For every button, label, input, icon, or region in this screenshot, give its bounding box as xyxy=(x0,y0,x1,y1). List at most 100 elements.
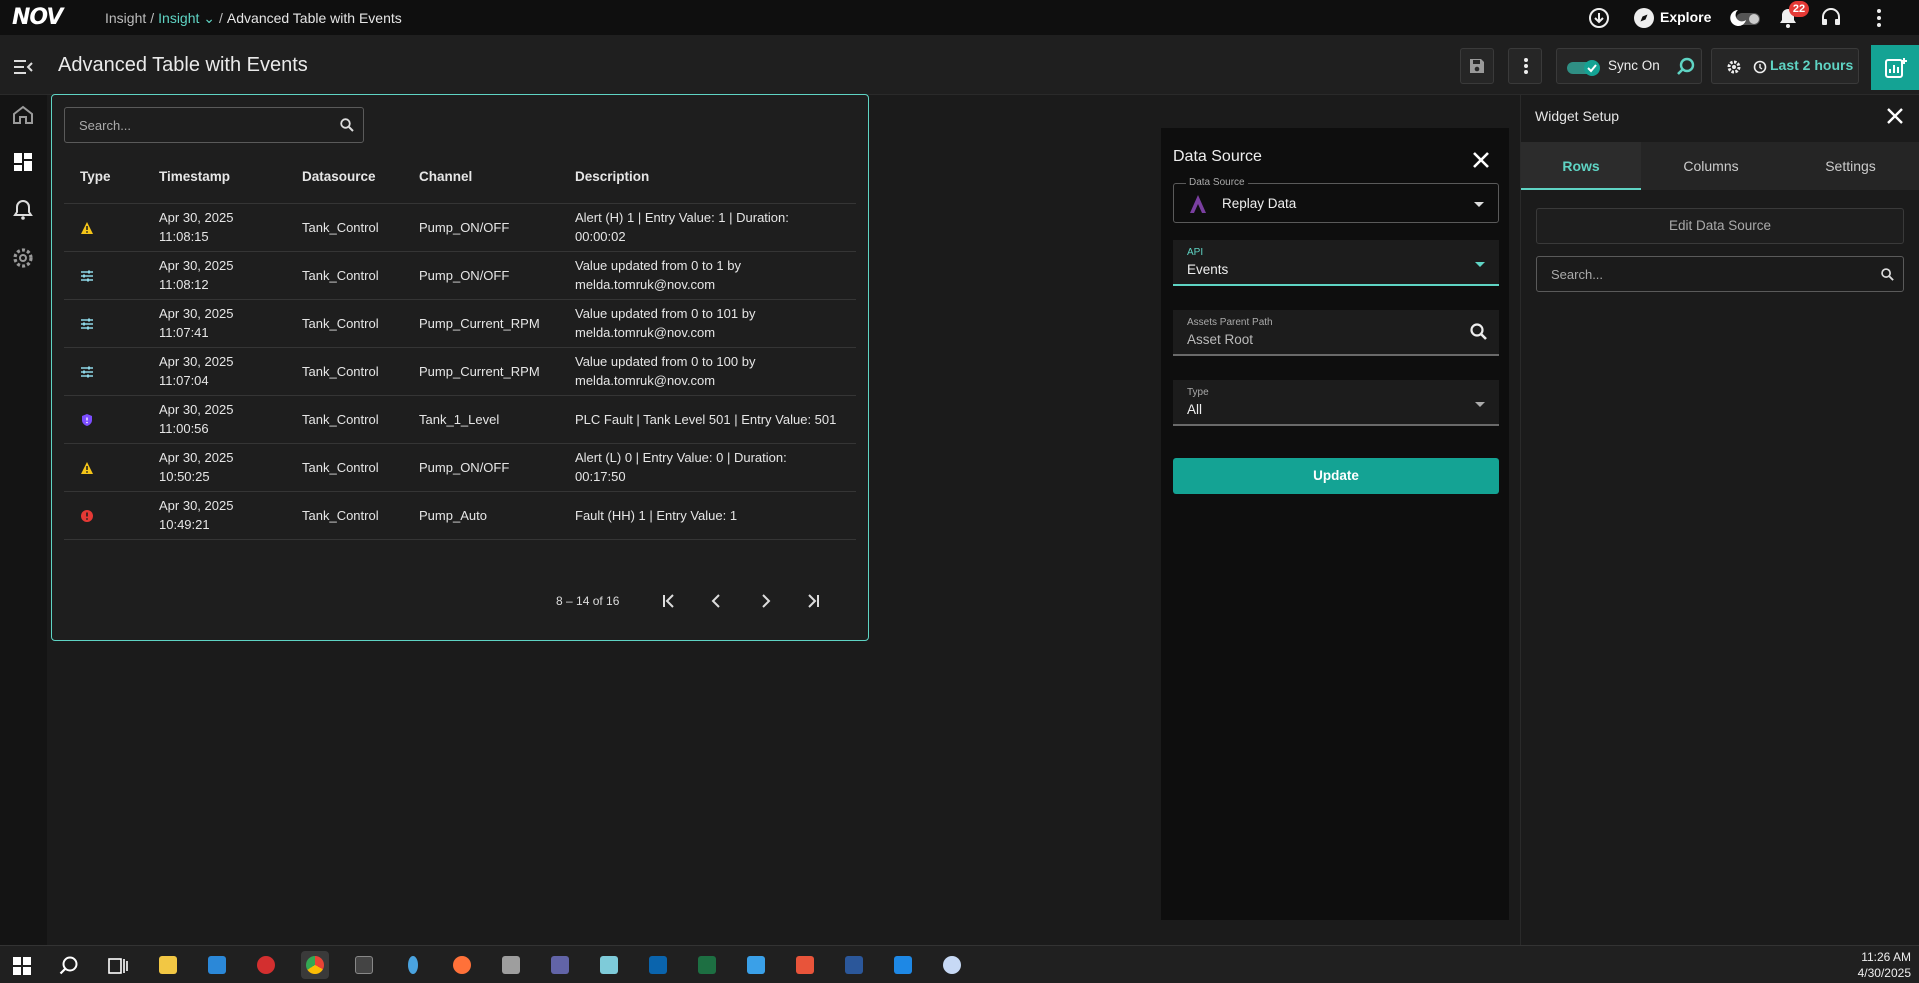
clock-time: 11:26 AM xyxy=(1861,950,1911,964)
table-row[interactable]: Apr 30, 2025 11:08:12 Tank_Control Pump_ON/… xyxy=(64,251,856,299)
widget-setup-panel: Widget Setup Rows Columns Settings Edit … xyxy=(1520,95,1919,945)
menu-collapse-icon[interactable] xyxy=(12,56,34,78)
dropdown-arrow-icon xyxy=(1475,402,1485,407)
paginator: 8 – 14 of 16 xyxy=(52,585,870,617)
table-row[interactable]: Apr 30, 2025 11:00:56 Tank_Control Tank_1_L… xyxy=(64,395,856,443)
chevron-down-icon[interactable]: ⌄ xyxy=(199,10,215,26)
chrome-icon[interactable] xyxy=(301,951,329,979)
download-icon[interactable] xyxy=(1587,6,1611,30)
type-value: All xyxy=(1187,402,1203,417)
api-value: Events xyxy=(1187,262,1229,277)
more-options-button[interactable] xyxy=(1508,48,1542,84)
people-app-icon[interactable] xyxy=(203,951,231,979)
breadcrumb-insight-dropdown[interactable]: Insight xyxy=(158,10,199,26)
save-button[interactable] xyxy=(1460,48,1494,84)
dropdown-arrow-icon xyxy=(1474,202,1484,207)
tab-rows[interactable]: Rows xyxy=(1521,142,1641,190)
table-row[interactable]: Apr 30, 2025 11:08:15 Tank_Control Pump_ON/… xyxy=(64,203,856,251)
type-select[interactable]: Type All xyxy=(1173,380,1499,426)
data-source-select[interactable]: Data Source Replay Data xyxy=(1173,177,1499,223)
timestamp-date: Apr 30, 2025 xyxy=(159,450,234,465)
last-page-icon[interactable] xyxy=(802,590,824,612)
datasource-cell: Tank_Control xyxy=(302,220,379,235)
sync-toggle[interactable] xyxy=(1566,59,1604,77)
data-source-title: Data Source xyxy=(1173,148,1262,165)
timestamp-time: 10:49:21 xyxy=(159,517,210,532)
edit-data-source-button[interactable]: Edit Data Source xyxy=(1536,208,1904,244)
firefox-icon[interactable] xyxy=(448,951,476,979)
image-viewer-icon[interactable] xyxy=(497,951,525,979)
tab-columns[interactable]: Columns xyxy=(1641,142,1781,190)
excel-icon[interactable] xyxy=(693,951,721,979)
table-row[interactable]: Apr 30, 2025 11:07:04 Tank_Control Pump_Cur… xyxy=(64,347,856,395)
column-header-type[interactable]: Type xyxy=(80,169,111,184)
teams-icon[interactable] xyxy=(546,951,574,979)
photos-icon[interactable] xyxy=(742,951,770,979)
zoom-search-icon[interactable] xyxy=(1676,57,1696,77)
column-header-description[interactable]: Description xyxy=(575,169,649,184)
book-app-icon[interactable] xyxy=(595,951,623,979)
api-select[interactable]: API Events xyxy=(1173,240,1499,286)
explore-link[interactable]: Explore xyxy=(1660,9,1711,25)
paint-icon[interactable] xyxy=(938,951,966,979)
channel-cell: Pump_Current_RPM xyxy=(419,364,540,379)
close-icon[interactable] xyxy=(1469,148,1493,172)
more-vertical-icon[interactable] xyxy=(1867,6,1891,30)
warning-icon xyxy=(80,461,94,475)
terminal-icon[interactable] xyxy=(350,951,378,979)
description-line-2: melda.tomruk@nov.com xyxy=(575,277,716,292)
outlook-icon[interactable] xyxy=(644,951,672,979)
support-headset-icon[interactable] xyxy=(1819,6,1843,30)
search-icon[interactable] xyxy=(1469,322,1489,342)
file-explorer-icon[interactable] xyxy=(154,951,182,979)
api-label: API xyxy=(1187,247,1204,258)
s-app-icon[interactable] xyxy=(889,951,917,979)
table-row[interactable]: Apr 30, 2025 10:49:21 Tank_Control Pump_Aut… xyxy=(64,491,856,539)
shield-icon xyxy=(80,413,94,427)
task-view-icon[interactable] xyxy=(108,956,128,976)
previous-page-icon[interactable] xyxy=(706,590,728,612)
search-icon[interactable] xyxy=(339,117,355,133)
first-page-icon[interactable] xyxy=(658,590,680,612)
description-line-1: Alert (L) 0 | Entry Value: 0 | Duration: xyxy=(575,450,787,465)
data-source-panel: Data Source Data Source Replay Data API … xyxy=(1161,128,1509,920)
table-row[interactable]: Apr 30, 2025 11:07:41 Tank_Control Pump_Cur… xyxy=(64,299,856,347)
column-header-channel[interactable]: Channel xyxy=(419,169,472,184)
column-header-timestamp[interactable]: Timestamp xyxy=(159,169,230,184)
alert-bell-icon[interactable] xyxy=(11,198,35,222)
red-app-icon[interactable] xyxy=(252,951,280,979)
add-widget-button[interactable] xyxy=(1871,45,1919,90)
time-range-label[interactable]: Last 2 hours xyxy=(1770,57,1853,73)
close-icon[interactable] xyxy=(1884,105,1906,127)
assets-parent-path-field[interactable]: Assets Parent Path Asset Root xyxy=(1173,310,1499,356)
pen-app-icon[interactable] xyxy=(399,951,427,979)
update-button[interactable]: Update xyxy=(1173,458,1499,494)
next-page-icon[interactable] xyxy=(754,590,776,612)
widget-search-input[interactable]: Search... xyxy=(1536,256,1904,292)
settings-gear-icon[interactable] xyxy=(11,246,35,270)
windows-start-icon[interactable] xyxy=(13,957,31,975)
column-header-datasource[interactable]: Datasource xyxy=(302,169,376,184)
advanced-table-widget[interactable]: Search... Type Timestamp Datasource Chan… xyxy=(51,94,869,641)
taskbar-search-icon[interactable] xyxy=(58,955,80,977)
type-label: Type xyxy=(1187,387,1209,398)
word-icon[interactable] xyxy=(840,951,868,979)
description-line-2: melda.tomruk@nov.com xyxy=(575,373,716,388)
home-icon[interactable] xyxy=(11,103,35,127)
table-row[interactable]: Apr 30, 2025 10:50:25 Tank_Control Pump_ON/… xyxy=(64,443,856,491)
tab-settings[interactable]: Settings xyxy=(1781,142,1919,190)
system-clock[interactable]: 11:26 AM 4/30/2025 xyxy=(1858,949,1911,981)
snipping-tool-icon[interactable] xyxy=(791,951,819,979)
dark-mode-toggle[interactable] xyxy=(1728,6,1760,30)
dashboard-icon[interactable] xyxy=(11,150,35,174)
nov-logo[interactable]: NOV xyxy=(12,5,63,30)
windows-taskbar: 11:26 AM 4/30/2025 xyxy=(0,945,1919,983)
tune-icon xyxy=(80,269,94,283)
page-title: Advanced Table with Events xyxy=(58,54,308,76)
breadcrumb-insight-root[interactable]: Insight xyxy=(105,10,146,26)
table-search-input[interactable]: Search... xyxy=(64,107,364,143)
channel-cell: Pump_Current_RPM xyxy=(419,316,540,331)
more-vertical-icon xyxy=(1517,56,1535,76)
compass-icon[interactable] xyxy=(1632,6,1656,30)
search-icon[interactable] xyxy=(1880,267,1895,282)
